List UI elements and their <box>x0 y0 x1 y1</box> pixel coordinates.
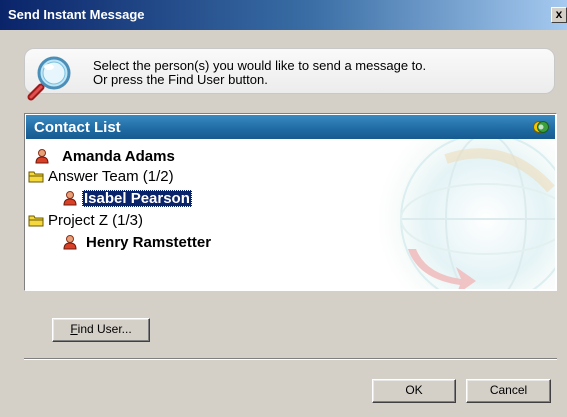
instruction-line-1: Select the person(s) you would like to s… <box>93 58 427 73</box>
close-button[interactable]: x <box>551 7 567 23</box>
person-icon <box>63 191 77 206</box>
find-user-label: ind User... <box>77 322 132 336</box>
globe-watermark-icon <box>376 139 555 289</box>
group-label: Answer Team (1/2) <box>48 168 174 185</box>
person-icon <box>35 149 49 164</box>
contact-list[interactable]: Amanda Adams Answer Team (1/2) Isabel Pe… <box>26 139 555 289</box>
folder-icon <box>28 215 44 227</box>
contact-label: Henry Ramstetter <box>86 234 212 251</box>
online-status-icon[interactable] <box>533 119 549 135</box>
send-instant-message-dialog: Send Instant Message x Select the person… <box>0 0 567 417</box>
instruction-line-2: Or press the Find User button. <box>93 72 268 87</box>
find-user-button[interactable]: Find User... <box>52 318 150 342</box>
contact-label: Amanda Adams <box>62 148 175 165</box>
cancel-button[interactable]: Cancel <box>466 379 551 403</box>
separator <box>24 358 557 360</box>
ok-button[interactable]: OK <box>372 379 456 403</box>
person-icon <box>63 235 77 250</box>
folder-icon <box>28 171 44 183</box>
window-title: Send Instant Message <box>8 7 145 22</box>
contact-list-header: Contact List <box>26 115 555 139</box>
contact-list-title: Contact List <box>34 119 121 136</box>
group-label: Project Z (1/3) <box>48 212 144 229</box>
find-user-accelerator: F <box>70 322 78 336</box>
contact-label: Isabel Pearson <box>82 190 192 207</box>
title-bar[interactable]: Send Instant Message x <box>0 0 567 30</box>
magnifier-icon <box>27 56 71 101</box>
